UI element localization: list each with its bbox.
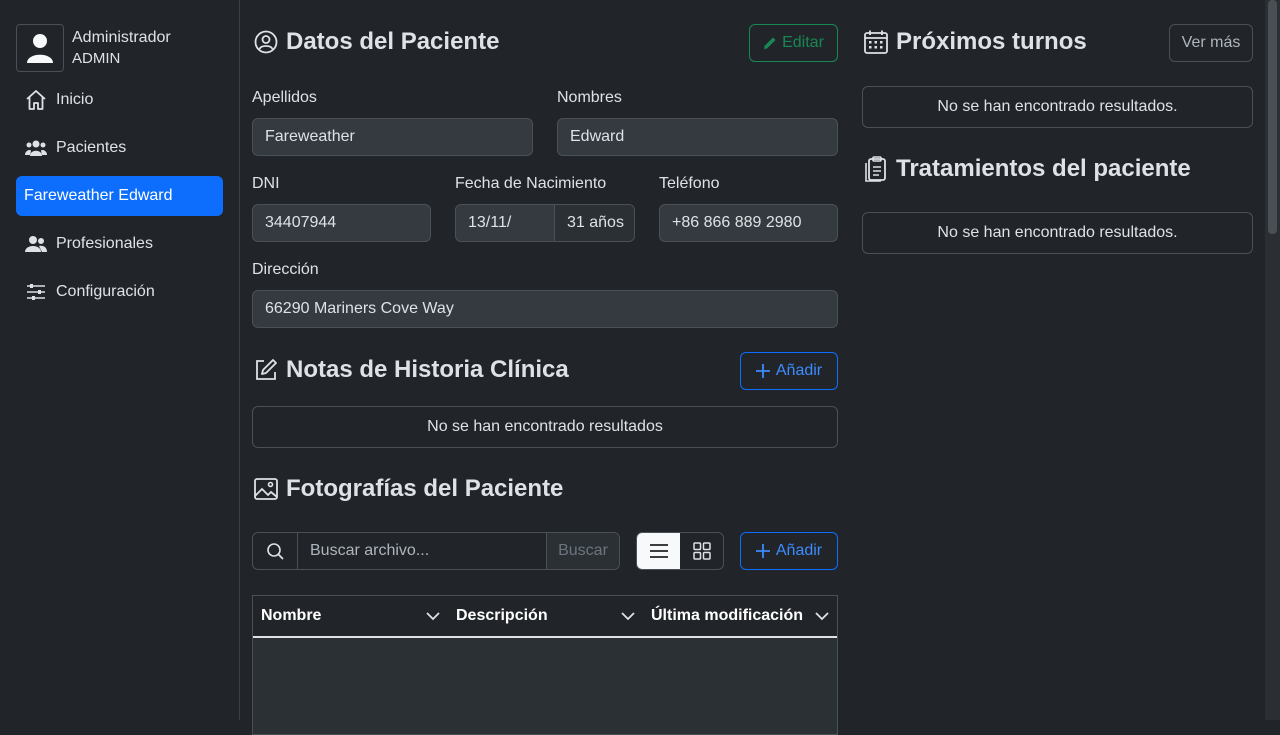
edit-button-label: Editar xyxy=(782,34,824,51)
photos-heading-text: Fotografías del Paciente xyxy=(286,475,564,502)
file-search-group: Buscar xyxy=(252,532,620,570)
birthdate-label: Fecha de Nacimiento xyxy=(455,175,607,192)
apellidos-label: Apellidos xyxy=(252,89,317,106)
nav-item-label: Fareweather Edward xyxy=(24,187,173,204)
birthdate-field[interactable]: 13/11/ xyxy=(455,204,555,242)
phone-field[interactable]: +86 866 889 2980 xyxy=(659,204,838,242)
grid-icon xyxy=(692,542,711,560)
nav-item-inicio[interactable]: Inicio xyxy=(16,80,223,120)
nav-item-label: Pacientes xyxy=(56,139,127,156)
dni-label: DNI xyxy=(252,175,280,192)
nav-item-configuracion[interactable]: Configuración xyxy=(16,272,223,312)
edit-button[interactable]: Editar xyxy=(749,24,838,62)
plus-icon xyxy=(755,364,770,378)
appointments-heading: Próximos turnos xyxy=(864,28,1087,56)
chevron-down-icon xyxy=(426,611,440,621)
address-label: Dirección xyxy=(252,261,319,278)
column-label: Última modificación xyxy=(651,607,804,624)
photos-table: Nombre Descripción Última modificación xyxy=(252,595,838,735)
nav-item-profesionales[interactable]: Profesionales xyxy=(16,224,223,264)
phone-label: Teléfono xyxy=(659,175,720,192)
column-header-nombre[interactable]: Nombre xyxy=(253,596,448,636)
search-icon xyxy=(253,533,298,569)
main-content: Datos del Paciente Editar Apellidos Fare… xyxy=(240,0,1265,735)
appointments-empty-message: No se han encontrado resultados. xyxy=(862,86,1253,128)
people-icon xyxy=(24,232,48,256)
pencil-icon xyxy=(763,36,777,50)
users-icon xyxy=(24,136,48,160)
calendar-icon xyxy=(864,30,888,54)
user-name: Administrador xyxy=(72,29,171,46)
column-header-descripcion[interactable]: Descripción xyxy=(448,596,643,636)
chevron-down-icon xyxy=(815,611,829,621)
sliders-icon xyxy=(24,280,48,304)
dni-field[interactable]: 34407944 xyxy=(252,204,431,242)
add-note-label: Añadir xyxy=(775,362,823,379)
treatments-heading-text: Tratamientos del paciente xyxy=(896,155,1191,182)
patient-heading: Datos del Paciente xyxy=(254,28,499,56)
age-addon: 31 años xyxy=(554,204,635,242)
plus-icon xyxy=(755,544,770,558)
notes-heading-text: Notas de Historia Clínica xyxy=(286,356,569,383)
nav-item-label: Inicio xyxy=(56,91,94,108)
patient-heading-text: Datos del Paciente xyxy=(286,28,500,55)
nombres-label: Nombres xyxy=(557,89,622,106)
sidebar-nav: Inicio Pacientes Fareweather Edward Prof… xyxy=(16,80,223,320)
apellidos-field[interactable]: Fareweather xyxy=(252,118,533,156)
user-box[interactable]: Administrador ADMIN xyxy=(16,24,171,72)
notes-empty-message: No se han encontrado resultados xyxy=(252,406,838,448)
image-icon xyxy=(254,477,278,501)
user-avatar-icon xyxy=(16,24,64,72)
notes-heading: Notas de Historia Clínica xyxy=(254,356,569,384)
photos-heading: Fotografías del Paciente xyxy=(254,475,563,503)
nav-item-pacientes[interactable]: Pacientes xyxy=(16,128,223,168)
clipboard-icon xyxy=(864,156,888,182)
appointments-heading-text: Próximos turnos xyxy=(896,28,1087,55)
file-search-input[interactable] xyxy=(298,533,546,569)
table-header: Nombre Descripción Última modificación xyxy=(253,596,837,638)
chevron-down-icon xyxy=(621,611,635,621)
address-field[interactable]: 66290 Mariners Cove Way xyxy=(252,290,838,328)
nav-item-label: Profesionales xyxy=(56,235,153,252)
treatments-heading: Tratamientos del paciente xyxy=(864,155,1191,183)
user-circle-icon xyxy=(254,30,278,54)
see-more-button[interactable]: Ver más xyxy=(1169,24,1253,62)
column-header-ultima-modificacion[interactable]: Última modificación xyxy=(643,596,837,636)
column-label: Descripción xyxy=(456,607,548,624)
add-note-button[interactable]: Añadir xyxy=(740,352,838,390)
home-icon xyxy=(24,88,48,112)
nav-item-patient-active[interactable]: Fareweather Edward xyxy=(16,176,223,216)
edit-note-icon xyxy=(254,358,278,382)
user-role: ADMIN xyxy=(72,50,121,67)
view-toggle xyxy=(636,532,724,570)
list-icon xyxy=(649,544,668,558)
treatments-empty-message: No se han encontrado resultados. xyxy=(862,212,1253,254)
nombres-field[interactable]: Edward xyxy=(557,118,838,156)
nav-item-label: Configuración xyxy=(56,283,155,300)
search-button[interactable]: Buscar xyxy=(546,533,619,569)
sidebar: Administrador ADMIN Inicio Pacientes Far… xyxy=(0,0,240,720)
add-photo-label: Añadir xyxy=(775,542,823,559)
column-label: Nombre xyxy=(261,607,322,624)
page-scrollbar[interactable] xyxy=(1265,0,1280,720)
add-photo-button[interactable]: Añadir xyxy=(740,532,838,570)
grid-view-button[interactable] xyxy=(680,533,723,569)
list-view-button[interactable] xyxy=(637,533,680,569)
scrollbar-thumb[interactable] xyxy=(1268,0,1277,234)
